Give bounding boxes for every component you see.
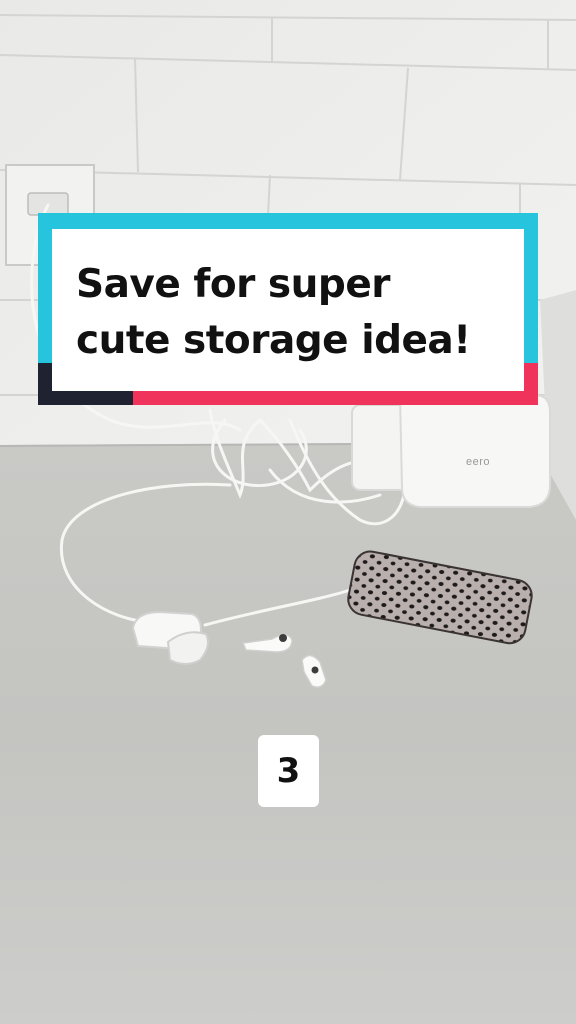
step-counter-badge: 3	[258, 735, 319, 807]
caption-text: Save for super cute storage idea!	[76, 257, 506, 369]
banner-panel: Save for super cute storage idea!	[52, 229, 524, 391]
caption-line-1: Save for super	[76, 262, 391, 307]
router-brand-label: eero	[466, 456, 491, 468]
video-frame: eero Save for super cute storage idea! 3	[0, 0, 576, 1024]
countertop	[0, 442, 576, 1024]
eero-router	[398, 394, 551, 508]
caption-line-2: cute storage idea!	[76, 318, 471, 363]
background-photo	[0, 0, 576, 1024]
caption-banner: Save for super cute storage idea!	[38, 213, 538, 405]
